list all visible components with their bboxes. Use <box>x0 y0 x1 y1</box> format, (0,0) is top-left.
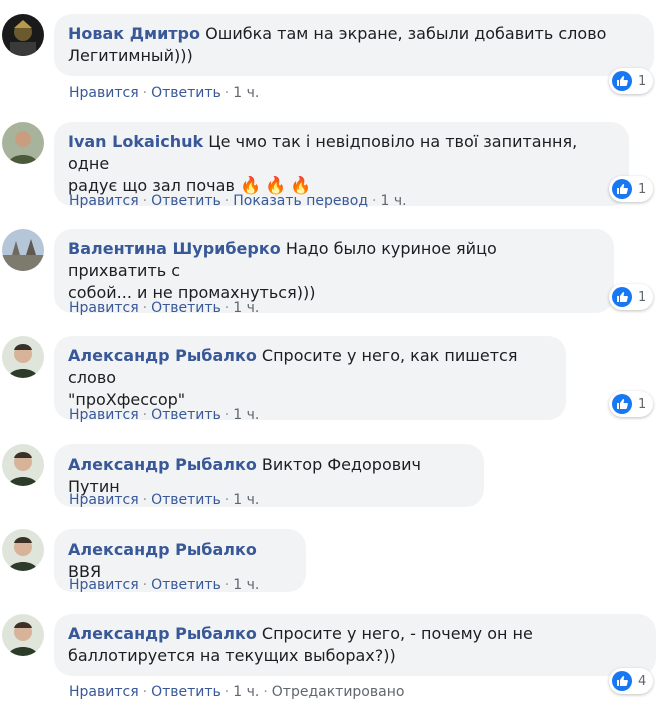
avatar[interactable] <box>2 529 44 571</box>
like-link[interactable]: Нравится <box>69 300 139 316</box>
reaction-badge[interactable]: 4 <box>609 668 654 694</box>
reaction-count: 1 <box>638 396 647 412</box>
comment-time[interactable]: 1 ч. <box>233 407 259 423</box>
translate-link[interactable]: Показать перевод <box>233 193 368 209</box>
comment-time[interactable]: 1 ч. <box>233 300 259 316</box>
comment-actions: Нравится · Ответить · 1 ч. · Отредактировано <box>69 684 405 700</box>
like-link[interactable]: Нравится <box>69 193 139 209</box>
reaction-badge[interactable]: 1 <box>609 68 654 94</box>
avatar[interactable] <box>2 14 44 56</box>
avatar[interactable] <box>2 336 44 378</box>
comment-author[interactable]: Александр Рыбалко <box>68 540 257 559</box>
reply-link[interactable]: Ответить <box>151 300 221 316</box>
avatar[interactable] <box>2 122 44 164</box>
like-link[interactable]: Нравится <box>69 492 139 508</box>
like-icon <box>612 671 632 691</box>
avatar[interactable] <box>2 229 44 271</box>
comment-text: Ошибка там на экране, забыли добавить сл… <box>205 24 607 43</box>
like-link[interactable]: Нравится <box>69 85 139 101</box>
comment-actions: Нравится · Ответить · 1 ч. <box>69 577 260 593</box>
reply-link[interactable]: Ответить <box>151 684 221 700</box>
reply-link[interactable]: Ответить <box>151 492 221 508</box>
comment-text: Легитимный))) <box>68 46 193 65</box>
comment-actions: Нравится · Ответить · 1 ч. <box>69 407 260 423</box>
reply-link[interactable]: Ответить <box>151 577 221 593</box>
like-icon <box>612 71 632 91</box>
comment-actions: Нравится · Ответить · 1 ч. <box>69 85 260 101</box>
comment-author[interactable]: Ivan Lokaichuk <box>68 132 203 151</box>
comment-author[interactable]: Александр Рыбалко <box>68 624 257 643</box>
reaction-badge[interactable]: 1 <box>609 391 654 417</box>
reaction-count: 1 <box>638 289 647 305</box>
comment-author[interactable]: Александр Рыбалко <box>68 455 257 474</box>
comment-actions: Нравится · Ответить · 1 ч. <box>69 492 260 508</box>
like-link[interactable]: Нравится <box>69 577 139 593</box>
like-icon <box>612 287 632 307</box>
like-link[interactable]: Нравится <box>69 684 139 700</box>
comment-time[interactable]: 1 ч. <box>233 577 259 593</box>
comment-text: баллотируется на текущих выборах?)) <box>68 646 396 665</box>
comment-time[interactable]: 1 ч. <box>380 193 406 209</box>
comment-author[interactable]: Александр Рыбалко <box>68 346 257 365</box>
reply-link[interactable]: Ответить <box>151 85 221 101</box>
comment-time[interactable]: 1 ч. <box>233 492 259 508</box>
reaction-badge[interactable]: 1 <box>609 284 654 310</box>
reaction-count: 1 <box>638 181 647 197</box>
reply-link[interactable]: Ответить <box>151 193 221 209</box>
comment-time[interactable]: 1 ч. <box>233 85 259 101</box>
like-icon <box>612 179 632 199</box>
reaction-count: 4 <box>638 673 647 689</box>
avatar[interactable] <box>2 614 44 656</box>
avatar[interactable] <box>2 444 44 486</box>
comment-actions: Нравится · Ответить · 1 ч. <box>69 300 260 316</box>
comment-bubble: Александр Рыбалко Спросите у него, - поч… <box>54 614 656 676</box>
comment-author[interactable]: Новак Дмитро <box>68 24 200 43</box>
reaction-count: 1 <box>638 73 647 89</box>
comment-author[interactable]: Валентина Шуриберко <box>68 239 281 258</box>
comment-actions: Нравится · Ответить · Показать перевод · 1 ч. <box>69 193 407 209</box>
comment-text: Спросите у него, - почему он не <box>261 624 533 643</box>
comment-time[interactable]: 1 ч. <box>233 684 259 700</box>
like-icon <box>612 394 632 414</box>
reply-link[interactable]: Ответить <box>151 407 221 423</box>
edited-label[interactable]: Отредактировано <box>272 684 405 700</box>
like-link[interactable]: Нравится <box>69 407 139 423</box>
comment-bubble: Новак Дмитро Ошибка там на экране, забыл… <box>54 14 654 76</box>
reaction-badge[interactable]: 1 <box>609 176 654 202</box>
